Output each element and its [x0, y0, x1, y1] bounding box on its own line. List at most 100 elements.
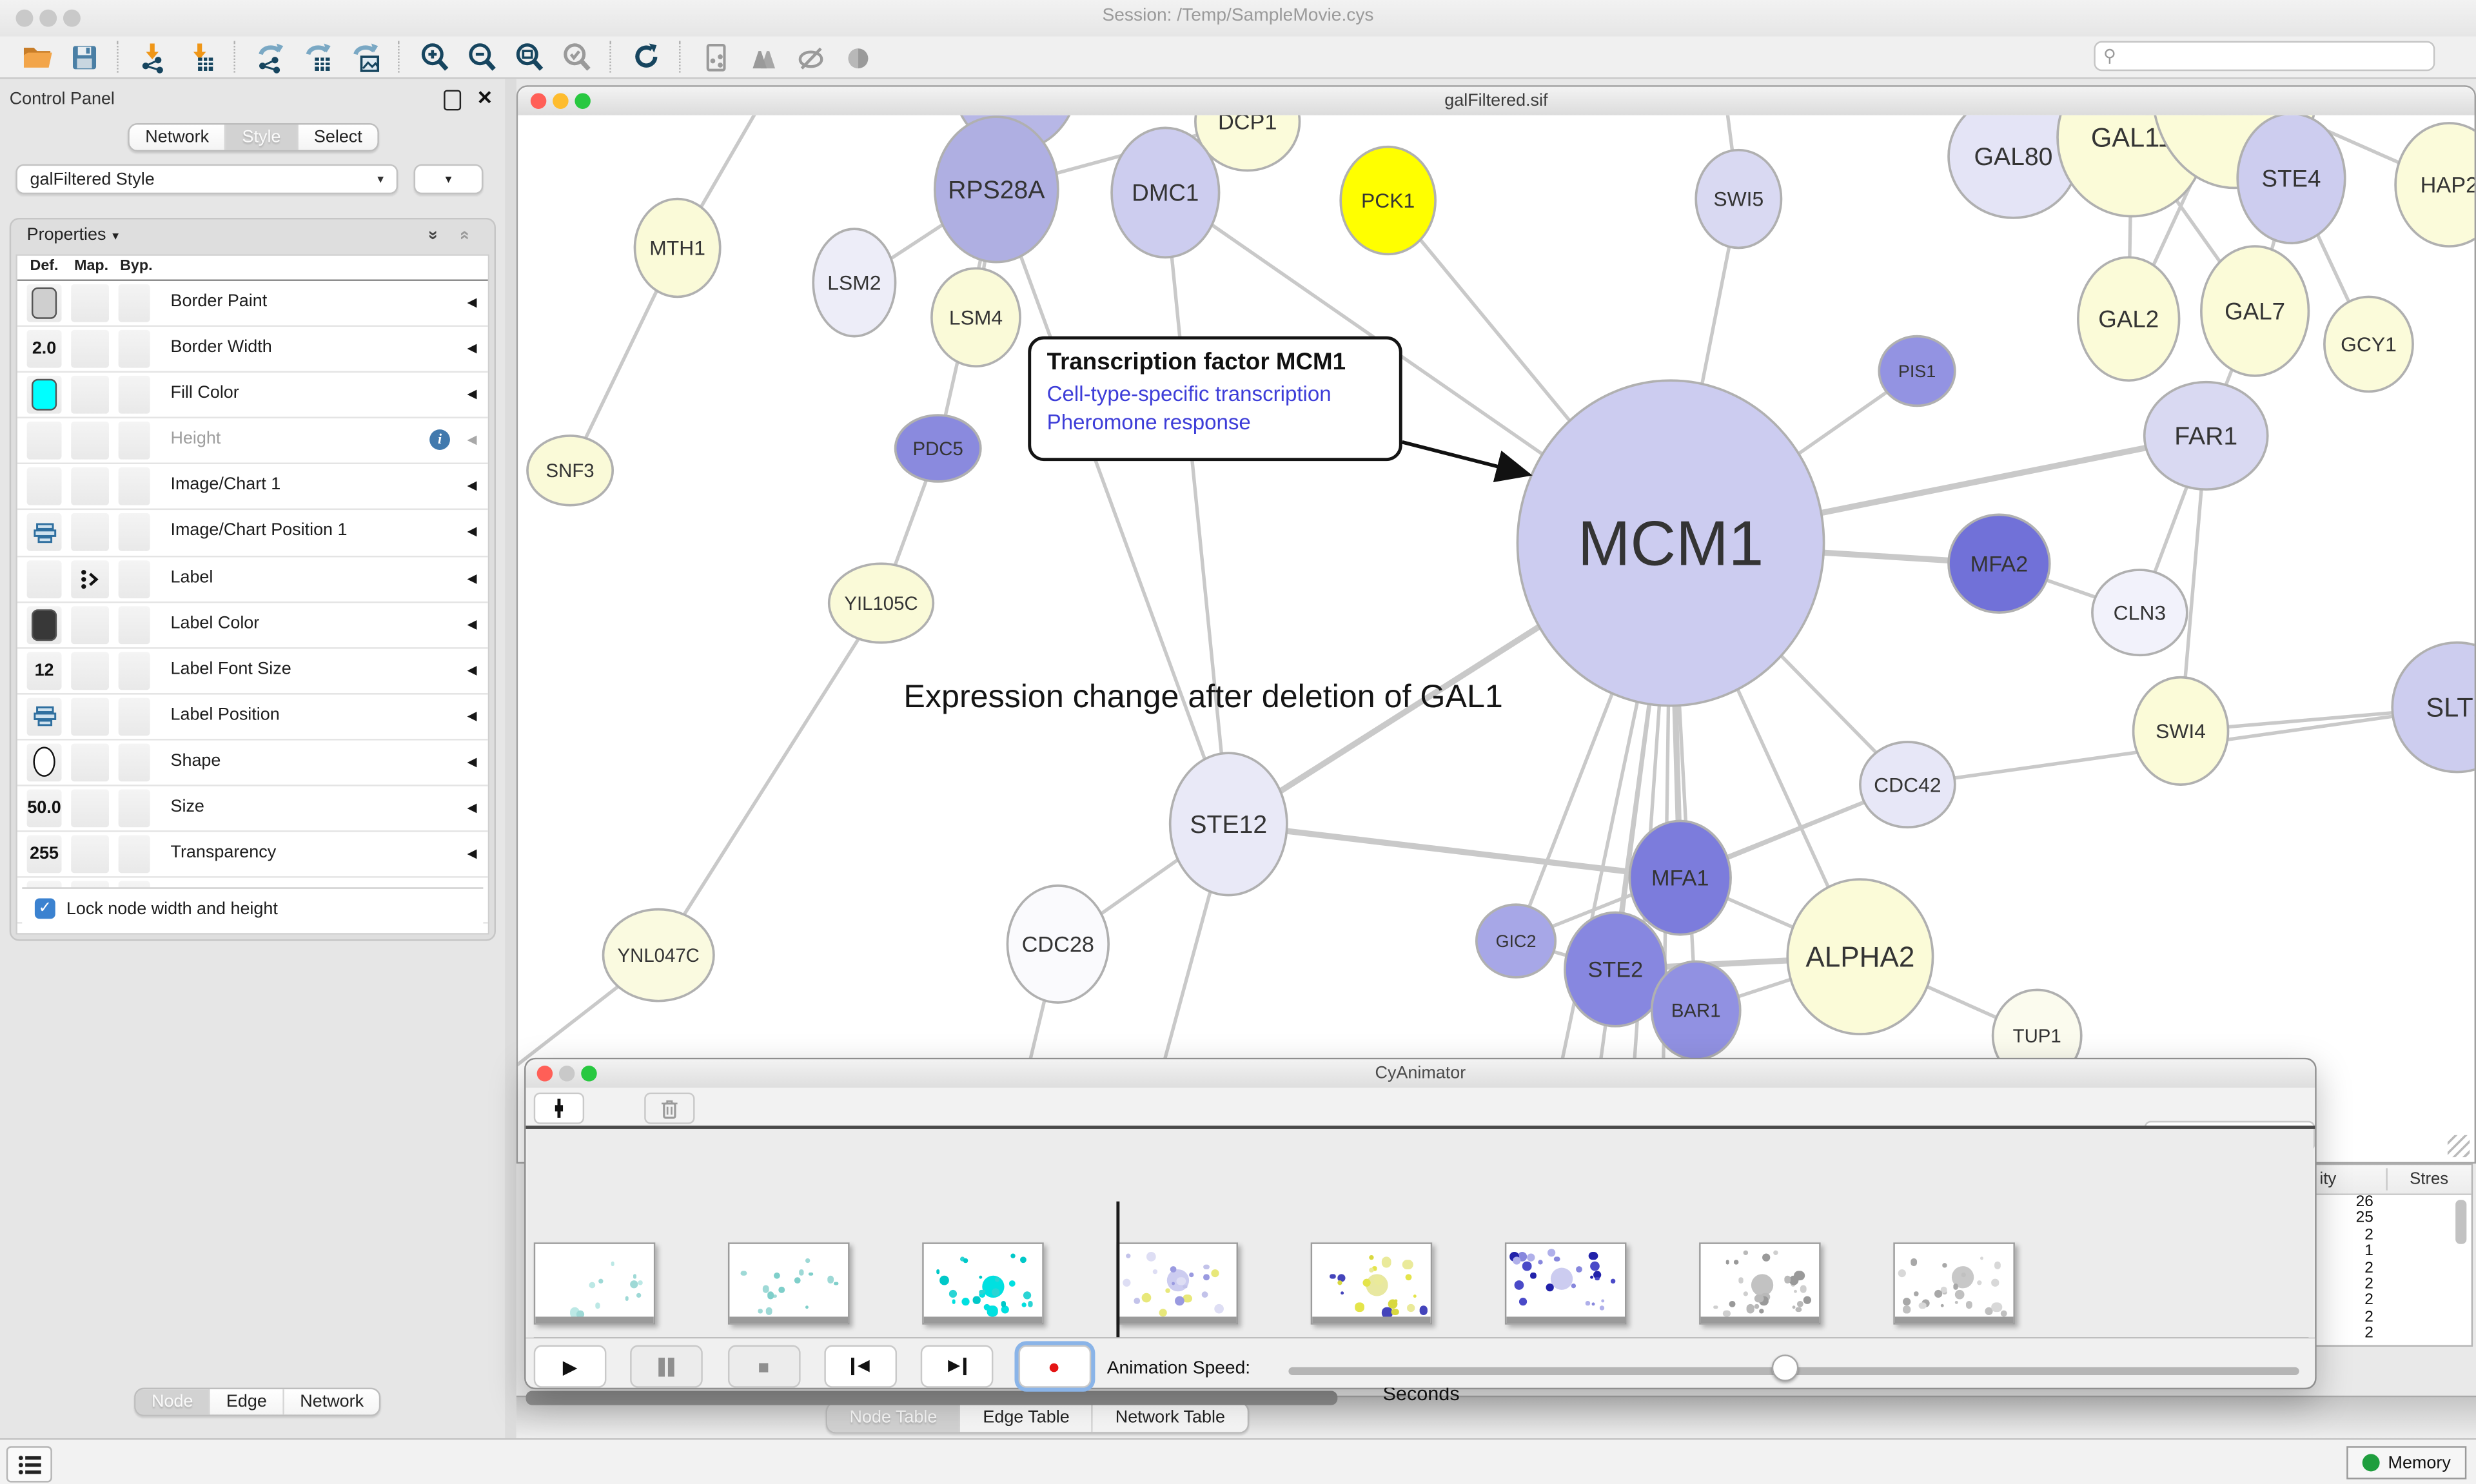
- network-node-GIC2[interactable]: GIC2: [1477, 904, 1555, 977]
- tab-node[interactable]: Node: [136, 1389, 211, 1414]
- tab-network[interactable]: Network: [284, 1389, 380, 1414]
- skip-start-button[interactable]: ◀: [824, 1345, 897, 1388]
- network-node-FAR1[interactable]: FAR1: [2145, 382, 2268, 490]
- network-node-YNL047C[interactable]: YNL047C: [604, 910, 714, 1001]
- annotation-box[interactable]: Transcription factor MCM1 Cell-type-spec…: [1028, 337, 1402, 461]
- network-node-ALPHA2[interactable]: ALPHA2: [1787, 879, 1932, 1034]
- expand-all-icon[interactable]: »: [423, 230, 442, 240]
- expand-arrow-icon[interactable]: ◀: [467, 525, 477, 539]
- network-node-PCK1[interactable]: PCK1: [1341, 147, 1435, 255]
- annotation-link[interactable]: Pheromone response: [1047, 409, 1384, 437]
- bypass-cell[interactable]: [119, 376, 150, 414]
- property-row-label[interactable]: Label◀: [17, 556, 488, 602]
- bypass-cell[interactable]: [119, 560, 150, 598]
- property-row-label-color[interactable]: Label Color◀: [17, 603, 488, 649]
- bypass-cell[interactable]: [119, 835, 150, 874]
- add-frame-button[interactable]: [534, 1093, 584, 1124]
- expand-arrow-icon[interactable]: ◀: [467, 846, 477, 861]
- zoom-in-icon[interactable]: [415, 38, 453, 76]
- bypass-cell[interactable]: [119, 652, 150, 690]
- default-value-cell[interactable]: [27, 560, 62, 598]
- tab-style[interactable]: Style: [226, 124, 298, 150]
- network-node-MCM1[interactable]: MCM1: [1517, 380, 1823, 705]
- zoom-fit-icon[interactable]: [510, 38, 548, 76]
- show-details-icon[interactable]: [838, 38, 876, 76]
- expand-arrow-icon[interactable]: ◀: [467, 708, 477, 723]
- save-session-icon[interactable]: [64, 38, 103, 76]
- mapping-cell[interactable]: [71, 468, 109, 506]
- mapping-cell[interactable]: [71, 422, 109, 460]
- timeline-frame-3[interactable]: [1116, 1242, 1238, 1324]
- property-row-transparency[interactable]: 255Transparency◀: [17, 832, 488, 878]
- expand-arrow-icon[interactable]: ◀: [467, 295, 477, 309]
- bypass-cell[interactable]: [119, 468, 150, 506]
- property-row-height[interactable]: Heighti◀: [17, 419, 488, 465]
- play-button[interactable]: ▶: [534, 1345, 607, 1388]
- mapping-cell[interactable]: [71, 606, 109, 644]
- mapping-cell[interactable]: [71, 330, 109, 368]
- style-options-button[interactable]: ▾: [414, 164, 484, 195]
- network-node-PIS1[interactable]: PIS1: [1879, 337, 1955, 406]
- export-image-icon[interactable]: [346, 38, 384, 76]
- network-node-STE4[interactable]: STE4: [2237, 115, 2345, 243]
- default-value-cell[interactable]: 2.0: [27, 330, 62, 368]
- bypass-cell[interactable]: [119, 790, 150, 828]
- network-node-GCY1[interactable]: GCY1: [2324, 297, 2413, 391]
- network-node-STE12[interactable]: STE12: [1170, 753, 1287, 895]
- bypass-cell[interactable]: [119, 514, 150, 552]
- expand-arrow-icon[interactable]: ◀: [467, 479, 477, 493]
- property-row-image-chart-position-1[interactable]: Image/Chart Position 1◀: [17, 511, 488, 556]
- timeline-frame-5[interactable]: [1505, 1242, 1627, 1324]
- default-value-cell[interactable]: 255: [27, 835, 62, 874]
- default-value-cell[interactable]: [27, 422, 62, 460]
- mapping-cell[interactable]: [71, 835, 109, 874]
- mapping-cell[interactable]: [71, 790, 109, 828]
- timeline-zone[interactable]: 0123456789Seconds: [527, 1129, 2314, 1337]
- delete-frame-button[interactable]: [644, 1093, 694, 1124]
- position-icon[interactable]: [27, 698, 62, 736]
- timeline-frame-0[interactable]: [534, 1242, 656, 1324]
- expand-arrow-icon[interactable]: ◀: [467, 663, 477, 677]
- default-value-cell[interactable]: [27, 376, 62, 414]
- search-box[interactable]: ⚲: [2094, 41, 2435, 72]
- column-header[interactable]: Stres: [2410, 1170, 2448, 1189]
- timeline-frame-6[interactable]: [1699, 1242, 1821, 1324]
- timeline-frame-4[interactable]: [1311, 1242, 1433, 1324]
- speed-slider-thumb[interactable]: [1771, 1354, 1798, 1381]
- import-network-icon[interactable]: [134, 38, 172, 76]
- tab-edge-table[interactable]: Edge Table: [961, 1403, 1093, 1432]
- network-node-SWI4[interactable]: SWI4: [2134, 678, 2228, 785]
- network-node-MFA2[interactable]: MFA2: [1949, 514, 2050, 612]
- hide-details-icon[interactable]: [791, 38, 829, 76]
- network-node-BAR1[interactable]: BAR1: [1652, 961, 1740, 1059]
- record-button[interactable]: ●: [1017, 1345, 1090, 1388]
- network-node-RPS28A[interactable]: RPS28A: [935, 117, 1058, 262]
- default-value-cell[interactable]: 12: [27, 652, 62, 690]
- search-input[interactable]: [2121, 45, 2426, 67]
- playhead[interactable]: [1116, 1202, 1119, 1338]
- export-network-icon[interactable]: [251, 38, 289, 76]
- mapping-cell[interactable]: [71, 284, 109, 322]
- mapping-cell[interactable]: [71, 652, 109, 690]
- network-node-HAP2[interactable]: HAP2: [2395, 123, 2474, 246]
- float-panel-icon[interactable]: [444, 90, 461, 111]
- property-row-image-chart-1[interactable]: Image/Chart 1◀: [17, 465, 488, 511]
- network-canvas[interactable]: RPS28BDCP1RPS28ADMC1PCK1MTH1LSM2LSM4SNF3…: [518, 115, 2474, 1162]
- property-row-fill-color[interactable]: Fill Color◀: [17, 373, 488, 418]
- network-node-YIL105C[interactable]: YIL105C: [829, 563, 934, 642]
- bypass-cell[interactable]: [119, 422, 150, 460]
- stop-button[interactable]: ■: [727, 1345, 800, 1388]
- bypass-cell[interactable]: [119, 606, 150, 644]
- position-icon[interactable]: [27, 514, 62, 552]
- network-node-PDC5[interactable]: PDC5: [896, 415, 981, 482]
- refresh-view-icon[interactable]: [627, 38, 665, 76]
- memory-button[interactable]: Memory: [2347, 1446, 2466, 1479]
- export-table-icon[interactable]: [299, 38, 337, 76]
- timeline-frame-1[interactable]: [728, 1242, 850, 1324]
- panel-list-button[interactable]: [6, 1446, 52, 1482]
- default-value-cell[interactable]: 50.0: [27, 790, 62, 828]
- close-panel-icon[interactable]: ✕: [477, 87, 493, 109]
- timeline-frame-2[interactable]: [922, 1242, 1044, 1324]
- network-node-CDC28[interactable]: CDC28: [1007, 886, 1108, 1002]
- tab-network-table[interactable]: Network Table: [1093, 1403, 1247, 1432]
